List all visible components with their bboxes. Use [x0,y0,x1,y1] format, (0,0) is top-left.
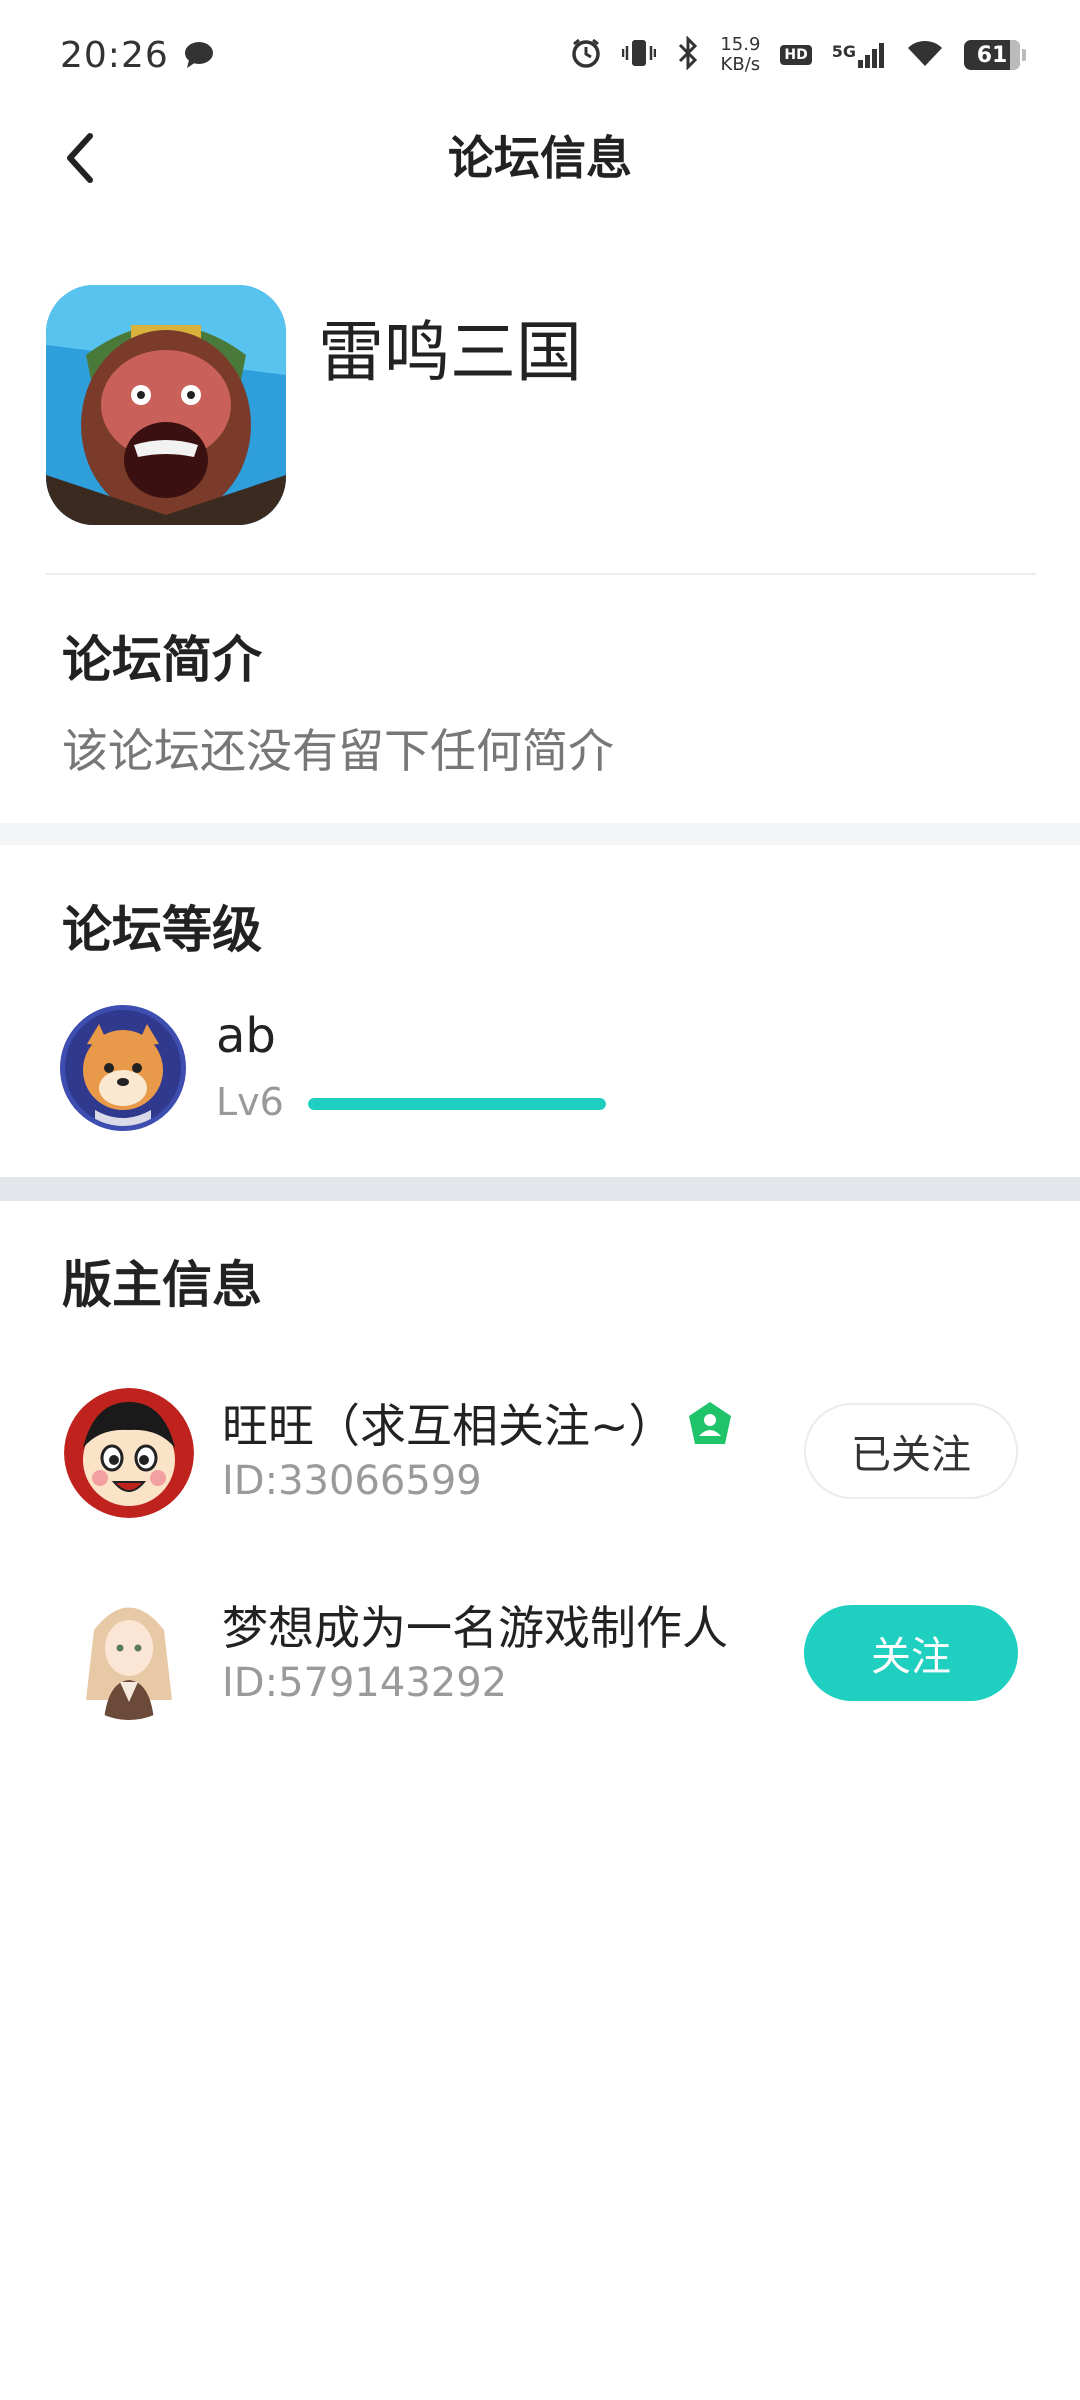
status-right: 15.9 KB/s HD 5G 61 [570,35,1026,75]
level-progress-bar [308,1098,606,1110]
moderator-badge-icon [685,1400,735,1459]
section-divider [0,823,1080,845]
moderator-name-text: 旺旺（求互相关注~） [222,1399,675,1453]
status-time: 20:26 [60,34,169,76]
avatar[interactable] [60,1005,186,1131]
moderator-id: ID:33066599 [222,1458,482,1504]
net-speed: 15.9 KB/s [720,35,760,75]
back-button[interactable] [50,128,110,188]
header: 论坛信息 [0,110,1080,200]
signal-label: 5G [831,42,856,61]
moderator-name: 梦想成为一名游戏制作人 [222,1601,728,1655]
list-item: 梦想成为一名游戏制作人 ID:579143292 关注 [0,1590,1080,1740]
wifi-icon [906,38,944,72]
battery-level: 61 [976,42,1008,68]
chevron-left-icon [67,133,93,183]
page: 20:26 15.9 KB/s HD 5G 61 论坛信息 雷鸣三国 论坛简介 … [0,0,1080,2400]
followed-button[interactable]: 已关注 [804,1403,1018,1499]
forum-intro-section: 论坛简介 该论坛还没有留下任何简介 [0,575,1080,823]
moderator-name: 旺旺（求互相关注~） [222,1390,735,1459]
bluetooth-icon [676,35,700,74]
alarm-icon [570,37,602,73]
signal-5g-icon: 5G [832,42,886,68]
battery-icon: 61 [964,40,1026,70]
message-bubble-icon [183,40,215,70]
forum-header: 雷鸣三国 [46,285,1036,575]
level-username: ab [216,1008,276,1064]
moderators-title: 版主信息 [62,1256,262,1314]
avatar[interactable] [64,1590,194,1720]
intro-text: 该论坛还没有留下任何简介 [62,724,614,778]
list-item: 旺旺（求互相关注~） ID:33066599 已关注 [0,1388,1080,1538]
intro-title: 论坛简介 [62,631,262,689]
section-divider [0,1177,1080,1201]
battery-empty [1010,40,1020,70]
forum-game-icon [46,285,286,525]
avatar[interactable] [64,1388,194,1518]
net-speed-value: 15.9 [720,34,761,55]
net-speed-unit: KB/s [720,54,761,75]
forum-name: 雷鸣三国 [318,314,582,391]
follow-button[interactable]: 关注 [804,1605,1018,1701]
status-left: 20:26 [60,35,215,76]
page-title: 论坛信息 [448,131,632,185]
level-title: 论坛等级 [62,901,262,959]
moderator-id: ID:579143292 [222,1660,508,1706]
level-label: Lv6 [216,1080,284,1124]
status-bar: 20:26 15.9 KB/s HD 5G 61 [0,0,1080,110]
level-progress-fill [308,1098,606,1110]
vibrate-icon [622,37,657,73]
hd-badge: HD [780,45,812,65]
